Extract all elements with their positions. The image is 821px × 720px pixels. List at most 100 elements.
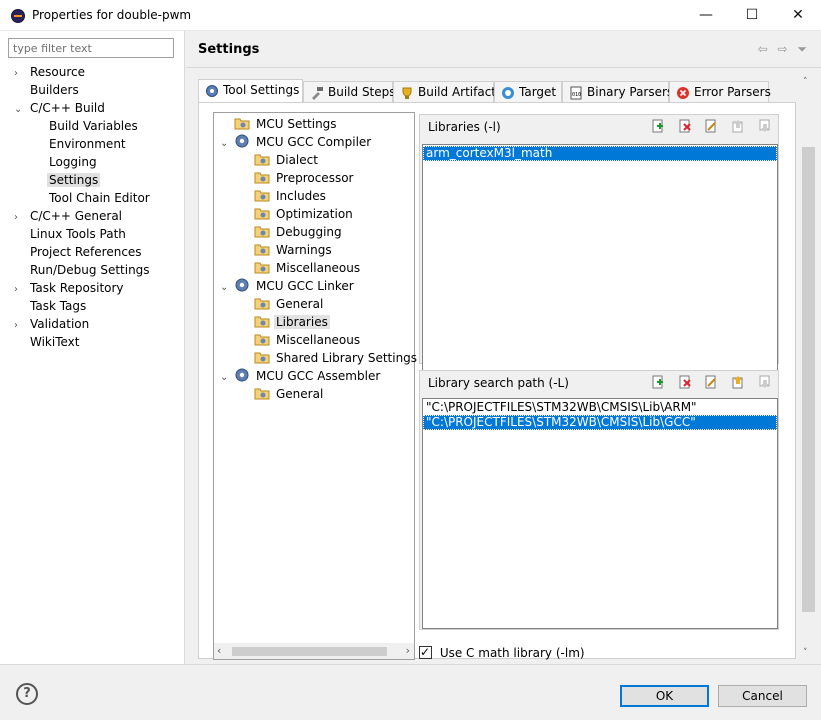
list-item[interactable]: "C:\PROJECTFILES\STM32WB\CMSIS\Lib\ARM" — [423, 400, 777, 415]
tool-option-item[interactable]: Includes — [240, 187, 328, 205]
tool-option-item[interactable]: ⌄ MCU GCC Compiler — [220, 133, 373, 151]
list-item[interactable]: "C:\PROJECTFILES\STM32WB\CMSIS\Lib\GCC" — [423, 415, 777, 430]
math-library-checkbox[interactable] — [419, 644, 432, 660]
tab-build-artifact[interactable]: Build Artifact — [393, 81, 496, 103]
minimize-button[interactable]: — — [683, 0, 729, 31]
tree-horizontal-scrollbar[interactable]: ‹ › — [214, 643, 414, 659]
title-bar: Properties for double-pwm — ☐ ✕ — [0, 0, 821, 31]
tool-option-item[interactable]: Dialect — [240, 151, 320, 169]
scroll-thumb[interactable] — [232, 647, 387, 656]
svg-text:010: 010 — [572, 92, 581, 98]
move-up-icon[interactable] — [731, 119, 745, 133]
chevron-icon[interactable]: ⌄ — [220, 369, 234, 387]
library-paths-title: Library search path (-L) — [428, 376, 569, 390]
list-item[interactable]: arm_cortexM3l_math — [423, 146, 777, 161]
scroll-thumb[interactable] — [802, 147, 815, 612]
scroll-left-icon[interactable]: ‹ — [217, 644, 221, 657]
help-icon[interactable]: ? — [16, 683, 38, 705]
tool-option-item[interactable]: Shared Library Settings — [240, 349, 419, 367]
tool-option-item[interactable]: Libraries — [240, 313, 330, 331]
tab-target[interactable]: Target — [494, 81, 562, 103]
tab-label: Error Parsers — [694, 85, 771, 99]
filter-input[interactable] — [8, 38, 174, 58]
tool-settings-panel: MCU Settings ⌄ MCU GCC Compiler Dialect Prep… — [198, 102, 796, 661]
add-icon[interactable] — [651, 119, 665, 133]
tool-option-item[interactable]: MCU Settings — [220, 115, 339, 133]
nav-item[interactable]: Project References — [14, 243, 144, 261]
tool-option-item[interactable]: Miscellaneous — [240, 331, 362, 349]
nav-item-label: Linux Tools Path — [30, 227, 126, 241]
nav-item[interactable]: Settings — [33, 171, 101, 189]
scroll-up-icon[interactable]: ˄ — [803, 77, 808, 87]
delete-icon[interactable] — [678, 119, 692, 133]
nav-item-label: Task Repository — [30, 281, 124, 295]
forward-arrow-icon[interactable]: ⇨ — [778, 42, 788, 56]
edit-icon[interactable] — [704, 119, 718, 133]
math-library-option[interactable]: Use C math library (-lm) — [419, 644, 585, 661]
nav-item[interactable]: ⌄ C/C++ Build — [14, 99, 107, 117]
eclipse-app-icon — [11, 9, 25, 23]
maximize-button[interactable]: ☐ — [729, 0, 775, 31]
settings-folder-icon — [254, 154, 270, 166]
tab-tool-settings[interactable]: Tool Settings — [198, 79, 303, 104]
nav-item[interactable]: Task Tags — [14, 297, 88, 315]
delete-icon[interactable] — [678, 375, 692, 389]
tool-option-label: Miscellaneous — [276, 261, 361, 275]
nav-item[interactable]: › C/C++ General — [14, 207, 124, 225]
move-down-icon[interactable] — [758, 119, 772, 133]
library-paths-list[interactable]: "C:\PROJECTFILES\STM32WB\CMSIS\Lib\ARM" "… — [422, 398, 778, 629]
tool-option-item[interactable]: Optimization — [240, 205, 355, 223]
nav-item-label: WikiText — [30, 335, 80, 349]
close-button[interactable]: ✕ — [775, 0, 821, 31]
chevron-icon[interactable]: ⌄ — [220, 279, 234, 297]
tool-option-label: Warnings — [276, 243, 332, 257]
tool-option-item[interactable]: ⌄ MCU GCC Linker — [220, 277, 356, 295]
chevron-icon[interactable]: ⌄ — [14, 101, 28, 119]
scroll-down-icon[interactable]: ˅ — [803, 648, 808, 658]
nav-item[interactable]: › Resource — [14, 63, 87, 81]
nav-item[interactable]: Linux Tools Path — [14, 225, 128, 243]
add-icon[interactable] — [651, 375, 665, 389]
nav-item[interactable]: WikiText — [14, 333, 82, 351]
nav-item[interactable]: Tool Chain Editor — [33, 189, 152, 207]
tool-option-label: MCU Settings — [256, 117, 337, 131]
libraries-toolbar — [642, 119, 772, 133]
nav-item-label: Validation — [30, 317, 90, 331]
tab-binary-parsers[interactable]: 010 Binary Parsers — [562, 81, 673, 103]
nav-item[interactable]: › Validation — [14, 315, 91, 333]
tool-option-item[interactable]: ⌄ MCU GCC Assembler — [220, 367, 382, 385]
libraries-list[interactable]: arm_cortexM3l_math — [422, 144, 778, 374]
tool-option-label: MCU GCC Linker — [256, 279, 354, 293]
nav-item[interactable]: Builders — [14, 81, 81, 99]
edit-icon[interactable] — [704, 375, 718, 389]
tool-option-item[interactable]: Debugging — [240, 223, 344, 241]
tool-gear-icon — [235, 368, 249, 382]
tool-gear-icon — [235, 134, 249, 148]
tool-option-item[interactable]: Miscellaneous — [240, 259, 362, 277]
back-arrow-icon[interactable]: ⇦ — [758, 42, 768, 56]
nav-item[interactable]: › Task Repository — [14, 279, 126, 297]
tool-option-item[interactable]: Warnings — [240, 241, 334, 259]
nav-item[interactable]: Run/Debug Settings — [14, 261, 152, 279]
cancel-button[interactable]: Cancel — [718, 685, 807, 707]
tool-option-label: Includes — [276, 189, 326, 203]
scroll-right-icon[interactable]: › — [406, 644, 410, 657]
tab-build-steps[interactable]: Build Steps — [303, 81, 396, 103]
build-steps-icon — [312, 87, 323, 100]
page-vertical-scrollbar[interactable]: ˄ ˅ — [800, 75, 817, 660]
library-paths-group: Library search path (-L) "C:\PROJECTFILE… — [419, 370, 779, 630]
move-down-icon[interactable] — [758, 375, 772, 389]
nav-item-label: Run/Debug Settings — [30, 263, 150, 277]
ok-button[interactable]: OK — [620, 685, 709, 707]
nav-item[interactable]: Logging — [33, 153, 99, 171]
tool-option-item[interactable]: Preprocessor — [240, 169, 355, 187]
view-menu-icon[interactable]: ⏷ — [797, 42, 807, 56]
tool-option-item[interactable]: General — [240, 385, 325, 403]
tool-option-item[interactable]: General — [240, 295, 325, 313]
nav-item[interactable]: Environment — [33, 135, 128, 153]
move-up-icon[interactable] — [731, 375, 745, 389]
tab-error-parsers[interactable]: Error Parsers — [669, 81, 771, 103]
nav-item[interactable]: Build Variables — [33, 117, 140, 135]
settings-folder-icon — [254, 388, 270, 400]
chevron-icon[interactable]: ⌄ — [220, 135, 234, 153]
